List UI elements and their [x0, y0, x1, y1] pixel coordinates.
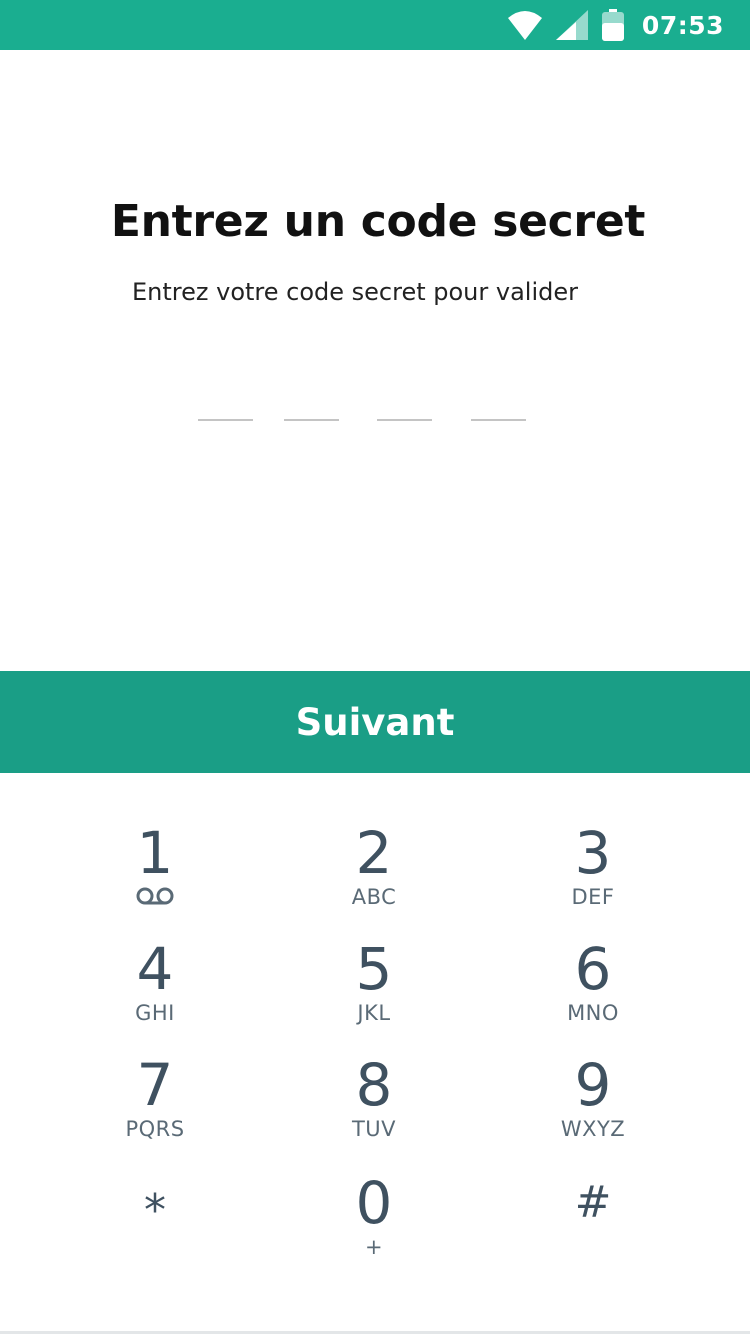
key-8[interactable]: 8 TUV: [274, 1054, 474, 1154]
page-title: Entrez un code secret: [110, 196, 646, 247]
key-digit: 8: [355, 1051, 393, 1119]
key-0[interactable]: 0 +: [274, 1172, 474, 1272]
key-hash[interactable]: #: [493, 1172, 693, 1272]
key-3[interactable]: 3 DEF: [493, 822, 693, 922]
voicemail-icon: [136, 887, 174, 905]
pin-slot-1: [198, 419, 253, 421]
status-time: 07:53: [641, 10, 724, 40]
status-icons: 07:53: [507, 0, 724, 50]
key-letters: PQRS: [125, 1117, 185, 1141]
next-button-label: Suivant: [295, 700, 455, 744]
wifi-icon: [507, 11, 542, 40]
key-1[interactable]: 1: [55, 822, 255, 922]
page-subtitle: Entrez votre code secret pour valider: [132, 278, 579, 306]
key-digit: *: [144, 1185, 166, 1236]
key-letters: ABC: [351, 885, 397, 909]
key-digit: 4: [136, 935, 174, 1003]
key-6[interactable]: 6 MNO: [493, 938, 693, 1038]
key-letters: +: [364, 1235, 384, 1259]
key-digit: 6: [574, 935, 612, 1003]
key-digit: #: [574, 1177, 612, 1228]
pin-slot-4: [471, 419, 526, 421]
key-digit: 5: [355, 935, 393, 1003]
status-bar: 07:53: [0, 0, 750, 50]
key-7[interactable]: 7 PQRS: [55, 1054, 255, 1154]
key-digit: 9: [574, 1051, 612, 1119]
key-digit: 7: [136, 1051, 174, 1119]
key-letters: TUV: [351, 1117, 397, 1141]
key-2[interactable]: 2 ABC: [274, 822, 474, 922]
key-digit: 3: [574, 819, 612, 887]
pin-slot-3: [377, 419, 432, 421]
key-digit: 1: [136, 819, 174, 887]
key-digit: 2: [355, 819, 393, 887]
key-9[interactable]: 9 WXYZ: [493, 1054, 693, 1154]
key-star[interactable]: *: [55, 1180, 255, 1280]
key-letters: WXYZ: [560, 1117, 626, 1141]
key-letters: GHI: [135, 1001, 175, 1025]
cell-signal-icon: [555, 10, 588, 40]
next-button[interactable]: Suivant: [0, 671, 750, 773]
key-letters: JKL: [357, 1001, 391, 1025]
key-digit: 0: [355, 1169, 393, 1237]
battery-icon: [601, 9, 624, 41]
key-5[interactable]: 5 JKL: [274, 938, 474, 1038]
pin-slot-2: [284, 419, 339, 421]
key-letters: MNO: [567, 1001, 619, 1025]
key-letters: DEF: [571, 885, 615, 909]
key-4[interactable]: 4 GHI: [55, 938, 255, 1038]
